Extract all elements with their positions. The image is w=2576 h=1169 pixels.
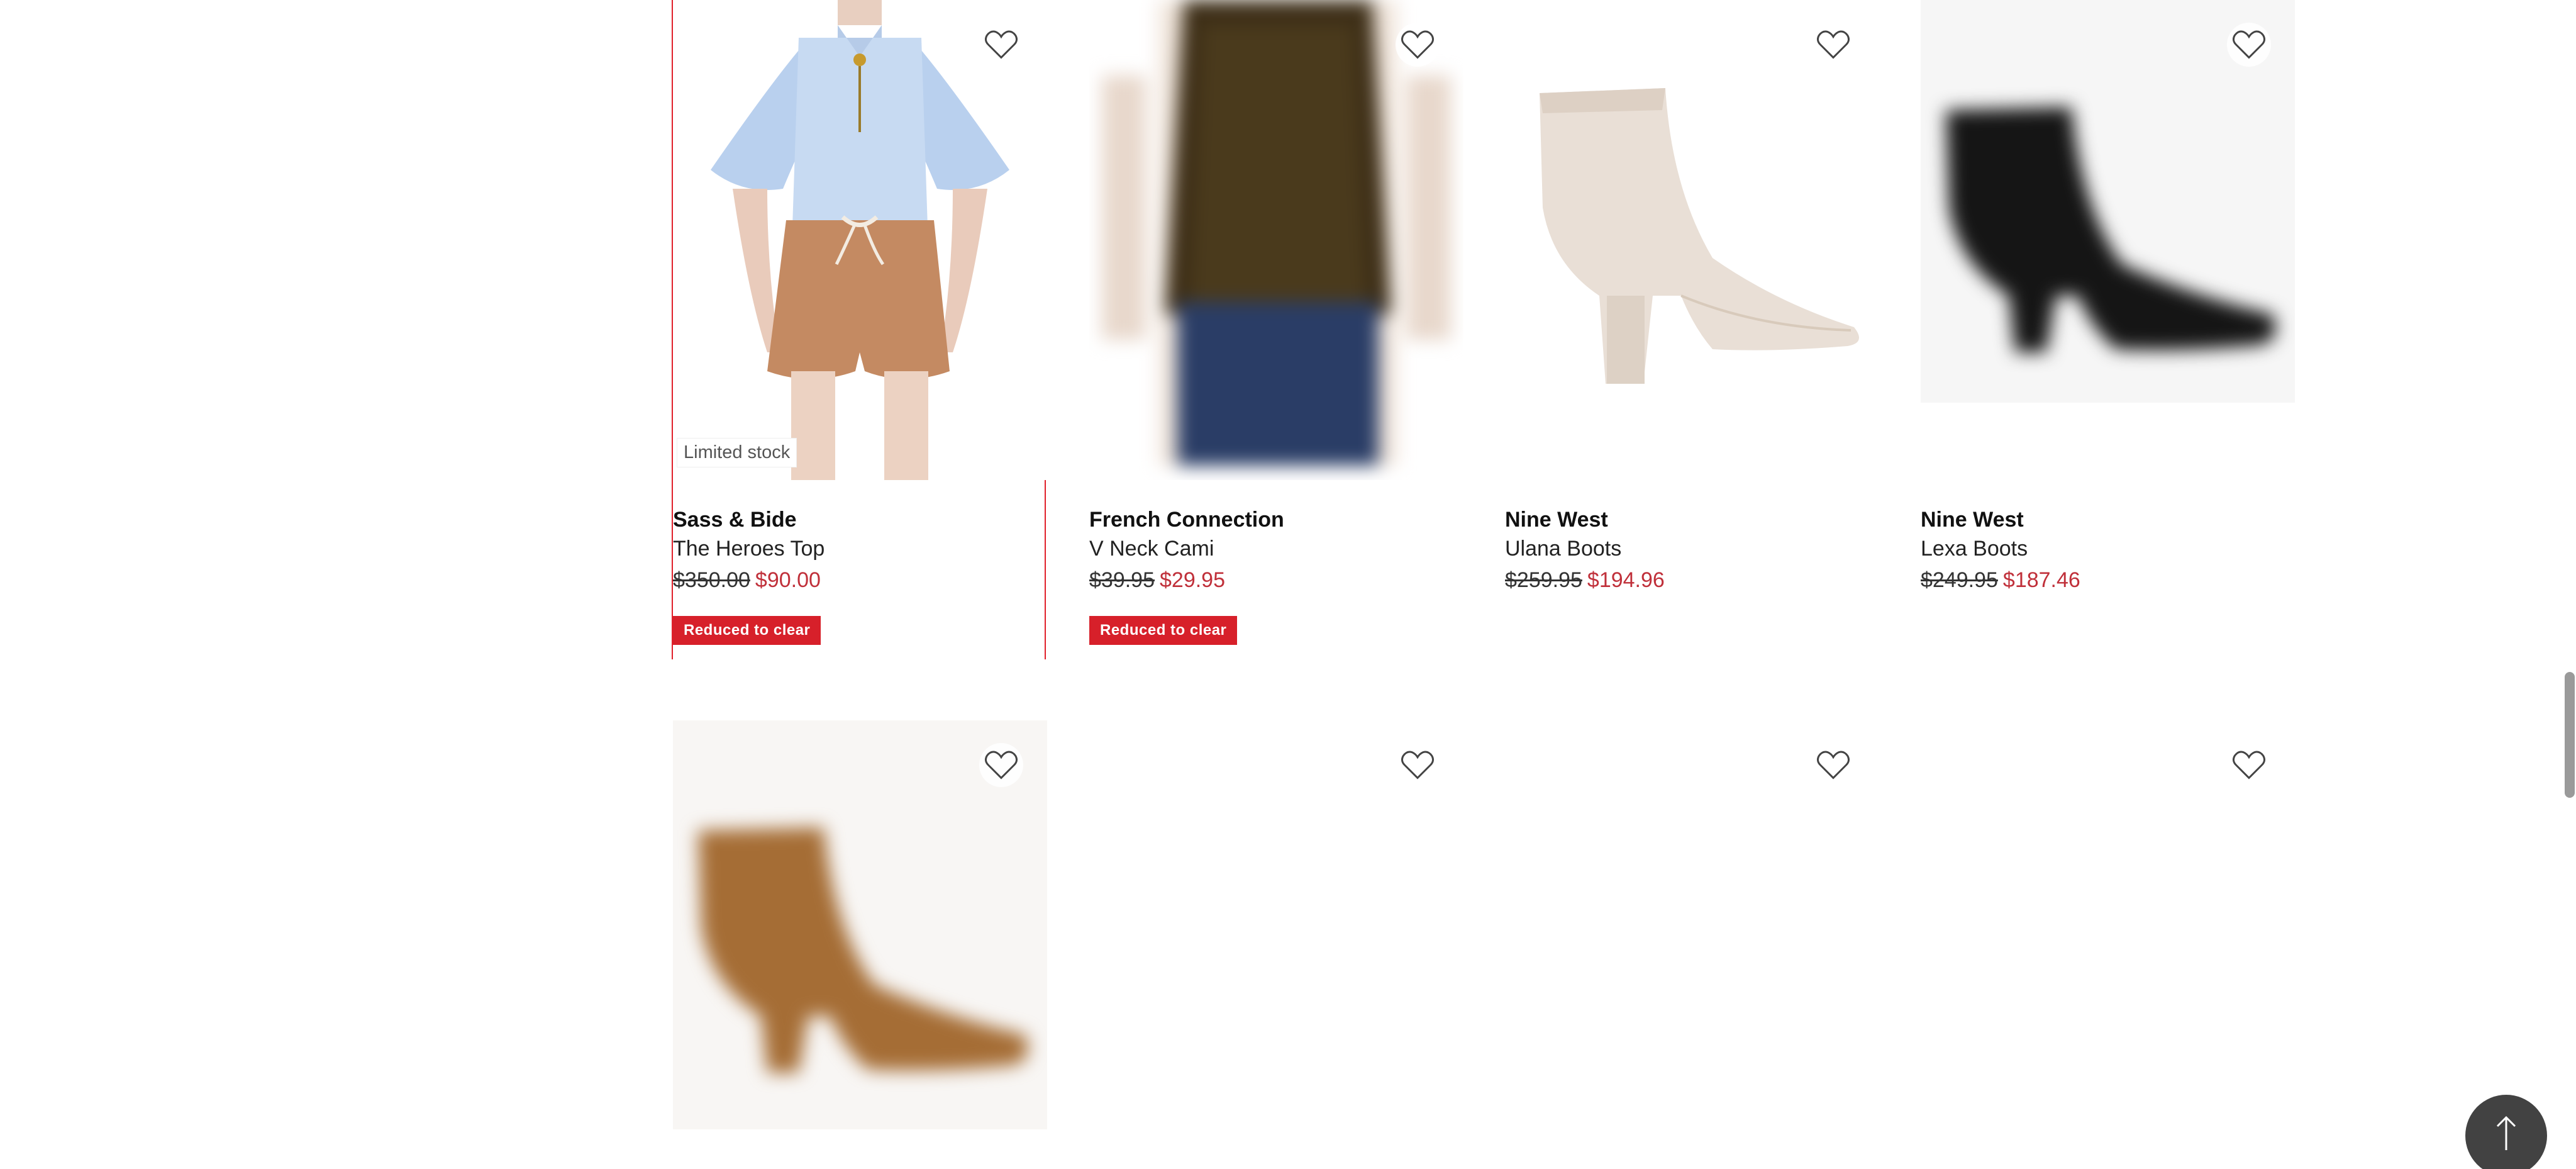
product-name[interactable]: The Heroes Top — [673, 534, 1045, 563]
wishlist-button[interactable] — [1811, 23, 1855, 67]
product-image-loading[interactable] — [1505, 720, 1879, 1169]
original-price: $39.95 — [1089, 568, 1155, 592]
product-name[interactable]: Lexa Boots — [1921, 534, 2295, 563]
wishlist-button[interactable] — [979, 23, 1023, 67]
heart-outline-icon — [984, 30, 1018, 59]
product-price: $249.95 $187.46 — [1921, 563, 2295, 597]
wishlist-button[interactable] — [2227, 743, 2271, 787]
wishlist-button[interactable] — [1811, 743, 1855, 787]
product-image[interactable] — [673, 720, 1047, 1169]
original-price: $350.00 — [673, 568, 750, 592]
product-photo-cami — [1089, 0, 1463, 480]
original-price: $249.95 — [1921, 568, 1998, 592]
sale-price: $194.96 — [1587, 568, 1665, 592]
sale-price: $187.46 — [2002, 568, 2080, 592]
product-brand[interactable]: French Connection — [1089, 505, 1463, 534]
product-grid-page: Limited stock Sass & Bide The Heroes Top… — [0, 0, 2576, 1169]
product-image-loading[interactable] — [1921, 720, 2295, 1169]
original-price: $259.95 — [1505, 568, 1582, 592]
wishlist-button[interactable] — [979, 743, 1023, 787]
sale-price: $29.95 — [1160, 568, 1225, 592]
product-image[interactable] — [1921, 0, 2295, 480]
product-brand[interactable]: Nine West — [1921, 505, 2295, 534]
heart-outline-icon — [2232, 30, 2266, 59]
heart-outline-icon — [1816, 30, 1850, 59]
product-card[interactable]: Nine West Ulana Boots $259.95 $194.96 — [1505, 0, 1879, 597]
scrollbar-thumb[interactable] — [2565, 672, 2575, 798]
arrow-up-icon — [2496, 1116, 2516, 1150]
product-image-loading[interactable] — [1089, 720, 1463, 1169]
limited-stock-label: Limited stock — [677, 438, 797, 467]
product-image[interactable] — [1505, 0, 1879, 480]
product-info: French Connection V Neck Cami $39.95 $29.… — [1089, 480, 1463, 645]
wishlist-button[interactable] — [2227, 23, 2271, 67]
heart-outline-icon — [1816, 751, 1850, 780]
product-card[interactable]: Limited stock Sass & Bide The Heroes Top… — [672, 0, 1047, 659]
product-card[interactable] — [1921, 720, 2295, 1169]
product-image[interactable]: Limited stock — [673, 0, 1047, 480]
product-info: Nine West Lexa Boots $249.95 $187.46 — [1921, 480, 2295, 597]
product-price: $259.95 $194.96 — [1505, 563, 1879, 597]
back-to-top-button[interactable] — [2465, 1095, 2547, 1169]
product-price: $39.95 $29.95 — [1089, 563, 1463, 597]
product-brand[interactable]: Nine West — [1505, 505, 1879, 534]
product-brand[interactable]: Sass & Bide — [673, 505, 1045, 534]
heart-outline-icon — [1401, 751, 1435, 780]
product-info: Nine West Ulana Boots $259.95 $194.96 — [1505, 480, 1879, 597]
page-scrollbar[interactable] — [2562, 0, 2576, 1169]
product-card[interactable] — [1089, 720, 1463, 1169]
product-photo-beige-boot — [1505, 0, 1879, 480]
reduced-badge: Reduced to clear — [673, 616, 821, 645]
product-photo-tan-boot — [673, 720, 1047, 1169]
product-card[interactable] — [1505, 720, 1879, 1169]
heart-outline-icon — [1401, 30, 1435, 59]
reduced-badge: Reduced to clear — [1089, 616, 1238, 645]
product-card[interactable]: French Connection V Neck Cami $39.95 $29.… — [1089, 0, 1463, 645]
product-card[interactable] — [673, 720, 1047, 1169]
product-image[interactable] — [1089, 0, 1463, 480]
product-info: Sass & Bide The Heroes Top $350.00 $90.00… — [673, 480, 1045, 645]
heart-outline-icon — [2232, 751, 2266, 780]
sale-price: $90.00 — [755, 568, 821, 592]
wishlist-button[interactable] — [1396, 743, 1440, 787]
product-photo-black-boot — [1921, 0, 2295, 480]
product-price: $350.00 $90.00 — [673, 563, 1045, 597]
product-name[interactable]: V Neck Cami — [1089, 534, 1463, 563]
wishlist-button[interactable] — [1396, 23, 1440, 67]
product-name[interactable]: Ulana Boots — [1505, 534, 1879, 563]
product-card[interactable]: Nine West Lexa Boots $249.95 $187.46 — [1921, 0, 2295, 597]
heart-outline-icon — [984, 751, 1018, 780]
product-photo-blouse-shorts — [673, 0, 1047, 480]
